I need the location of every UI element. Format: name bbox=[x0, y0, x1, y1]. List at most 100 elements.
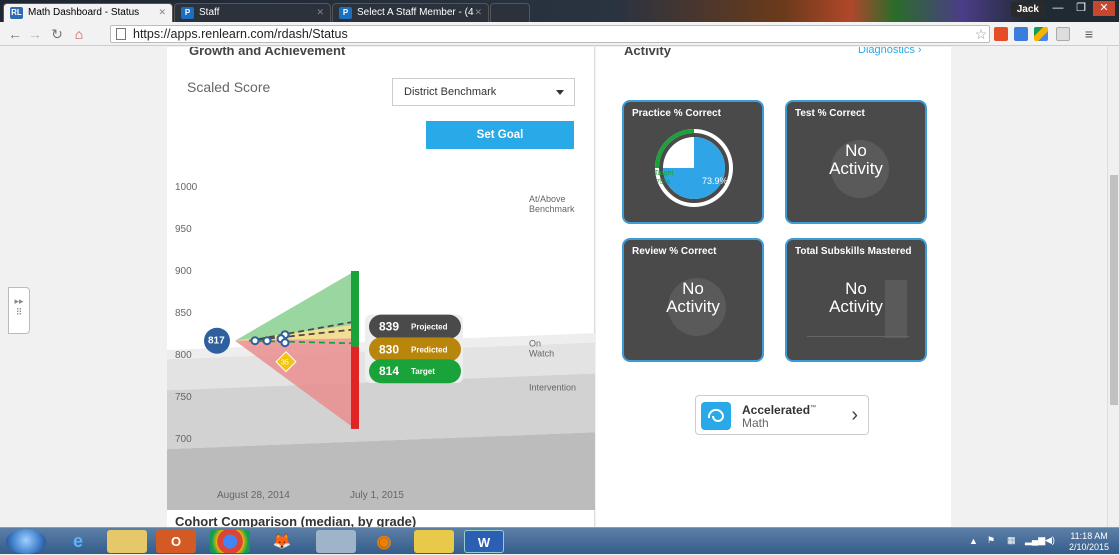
score-pill-value: 830 bbox=[379, 342, 399, 356]
html5-extension-icon[interactable] bbox=[994, 27, 1008, 41]
subskills-tile[interactable]: Total Subskills Mastered No Activity bbox=[785, 238, 927, 362]
tab-label: Select A Staff Member - (4 bbox=[357, 7, 474, 18]
benchmark-dropdown[interactable]: District Benchmark bbox=[392, 78, 575, 106]
star-icon[interactable]: ☆ bbox=[972, 25, 990, 43]
minimize-icon[interactable]: — bbox=[1047, 1, 1069, 16]
user-badge[interactable]: Jack bbox=[1010, 2, 1045, 17]
benchmark-dropdown-value: District Benchmark bbox=[404, 86, 497, 98]
close-icon[interactable]: ✕ bbox=[474, 4, 482, 21]
home-icon[interactable]: ⌂ bbox=[70, 25, 88, 43]
tab-strip: RL Math Dashboard - Status ✕ P Staff ✕ P… bbox=[0, 0, 1119, 22]
p-favicon-icon: P bbox=[339, 7, 352, 19]
clock-date: 2/10/2015 bbox=[1069, 542, 1110, 552]
cast-icon[interactable] bbox=[1056, 27, 1070, 41]
volume-icon[interactable]: ◀) bbox=[1045, 535, 1055, 546]
y-tick-label: 850 bbox=[175, 308, 192, 319]
tab-math-dashboard[interactable]: RL Math Dashboard - Status ✕ bbox=[3, 3, 173, 22]
no-activity-text: No Activity bbox=[624, 280, 762, 316]
file-explorer-icon[interactable] bbox=[107, 530, 147, 553]
section-heading: Activity bbox=[624, 47, 671, 58]
reload-icon[interactable]: ↻ bbox=[48, 25, 66, 43]
y-tick-label: 1000 bbox=[175, 182, 198, 193]
diagnostics-link[interactable]: Diagnostics › bbox=[858, 47, 922, 56]
app-subname: Math bbox=[742, 416, 769, 430]
tab-label: Staff bbox=[199, 7, 220, 18]
test-score-dot bbox=[262, 336, 272, 346]
activity-panel: Activity Diagnostics › Practice % Correc… bbox=[596, 47, 951, 527]
band-label: At/Above bbox=[529, 194, 566, 204]
no-activity-text: No Activity bbox=[787, 280, 925, 316]
network-icon[interactable]: ▦ bbox=[1007, 535, 1016, 546]
y-tick-label: 950 bbox=[175, 224, 192, 235]
tab-select-staff[interactable]: P Select A Staff Member - (4 ✕ bbox=[332, 3, 489, 22]
status-line: No bbox=[682, 279, 704, 298]
accelerated-math-logo-icon bbox=[701, 402, 731, 430]
practice-tile[interactable]: Practice % Correct 73.9% Target 75% bbox=[622, 100, 764, 224]
band-label: Watch bbox=[529, 349, 554, 359]
set-goal-button[interactable]: Set Goal bbox=[426, 121, 574, 149]
toolbar: ← → ↻ ⌂ https://apps.renlearn.com/rdash/… bbox=[0, 22, 1119, 46]
score-pill-label: Projected bbox=[411, 323, 448, 332]
close-icon[interactable]: ✕ bbox=[158, 4, 166, 21]
test-score-dot bbox=[250, 336, 260, 346]
back-icon[interactable]: ← bbox=[6, 25, 24, 43]
word-icon[interactable]: W bbox=[464, 530, 504, 553]
x-tick-label: August 28, 2014 bbox=[217, 490, 290, 501]
blender-icon[interactable]: ◉ bbox=[364, 530, 404, 553]
start-button[interactable] bbox=[6, 529, 46, 554]
tile-title: Total Subskills Mastered bbox=[795, 246, 912, 257]
growth-panel: Growth and Achievement Scaled Score Dist… bbox=[167, 47, 595, 527]
caret-down-icon bbox=[556, 90, 564, 95]
address-bar[interactable]: https://apps.renlearn.com/rdash/Status bbox=[110, 25, 990, 43]
scaled-score-label: Scaled Score bbox=[187, 79, 271, 95]
current-score-label: 817 bbox=[208, 336, 225, 347]
security-shield-icon[interactable] bbox=[414, 530, 454, 553]
tile-title: Review % Correct bbox=[632, 246, 717, 257]
restore-icon[interactable]: ❐ bbox=[1070, 1, 1092, 16]
gimp-icon[interactable]: 🦊 bbox=[262, 530, 302, 553]
new-tab-button[interactable] bbox=[490, 3, 530, 22]
clock[interactable]: 11:18 AM 2/10/2015 bbox=[1069, 531, 1109, 553]
close-window-icon[interactable]: ✕ bbox=[1093, 1, 1115, 16]
tray-expand-icon[interactable]: ▲ bbox=[969, 536, 978, 546]
calculator-icon[interactable] bbox=[316, 530, 356, 553]
flag-icon[interactable]: ⚑ bbox=[987, 535, 995, 546]
page-icon bbox=[116, 28, 126, 40]
forward-icon[interactable]: → bbox=[26, 25, 44, 43]
benchmark-bar-red bbox=[351, 346, 359, 429]
chevron-right-icon: › bbox=[851, 404, 858, 426]
extension-icon[interactable] bbox=[1014, 27, 1028, 41]
target-value: 75% bbox=[656, 179, 670, 186]
bar-baseline bbox=[807, 336, 909, 337]
score-pill-label: Predicted bbox=[411, 345, 448, 354]
url-text: https://apps.renlearn.com/rdash/Status bbox=[133, 27, 348, 41]
tab-staff[interactable]: P Staff ✕ bbox=[174, 3, 331, 22]
system-tray: ▲ ⚑ ▦ ▂▄▆ ◀) 11:18 AM 2/10/2015 bbox=[959, 528, 1119, 555]
chrome-icon[interactable] bbox=[210, 530, 250, 553]
scrollbar-thumb[interactable] bbox=[1110, 175, 1118, 405]
page-content: ▸▸ ⠿ Growth and Achievement Scaled Score … bbox=[0, 47, 1107, 527]
renlearn-favicon-icon: RL bbox=[10, 7, 23, 19]
practice-pie: 73.9% Target 75% bbox=[654, 129, 733, 207]
benchmark-bar-green bbox=[351, 271, 359, 347]
x-tick-label: July 1, 2015 bbox=[350, 490, 404, 501]
menu-icon[interactable]: ≡ bbox=[1080, 25, 1098, 43]
taskbar: e O 🦊 ◉ W ▲ ⚑ ▦ ▂▄▆ ◀) 11:18 AM 2/10/201… bbox=[0, 527, 1119, 554]
y-tick-label: 750 bbox=[175, 392, 192, 403]
review-tile[interactable]: Review % Correct No Activity bbox=[622, 238, 764, 362]
google-drive-icon[interactable] bbox=[1034, 27, 1048, 41]
outlook-icon[interactable]: O bbox=[156, 530, 196, 553]
clock-time: 11:18 AM bbox=[1070, 531, 1108, 541]
scrollbar[interactable] bbox=[1107, 47, 1119, 527]
y-tick-label: 700 bbox=[175, 434, 192, 445]
y-tick-label: 900 bbox=[175, 266, 192, 277]
close-icon[interactable]: ✕ bbox=[316, 4, 324, 21]
signal-icon[interactable]: ▂▄▆ bbox=[1025, 535, 1045, 546]
target-label: Target bbox=[654, 170, 674, 177]
no-activity-text: No Activity bbox=[787, 142, 925, 178]
side-drawer-handle[interactable]: ▸▸ ⠿ bbox=[8, 287, 30, 334]
internet-explorer-icon[interactable]: e bbox=[58, 530, 98, 553]
p-favicon-icon: P bbox=[181, 7, 194, 19]
accelerated-math-link[interactable]: Accelerated™ Math › bbox=[695, 395, 869, 435]
test-tile[interactable]: Test % Correct No Activity bbox=[785, 100, 927, 224]
